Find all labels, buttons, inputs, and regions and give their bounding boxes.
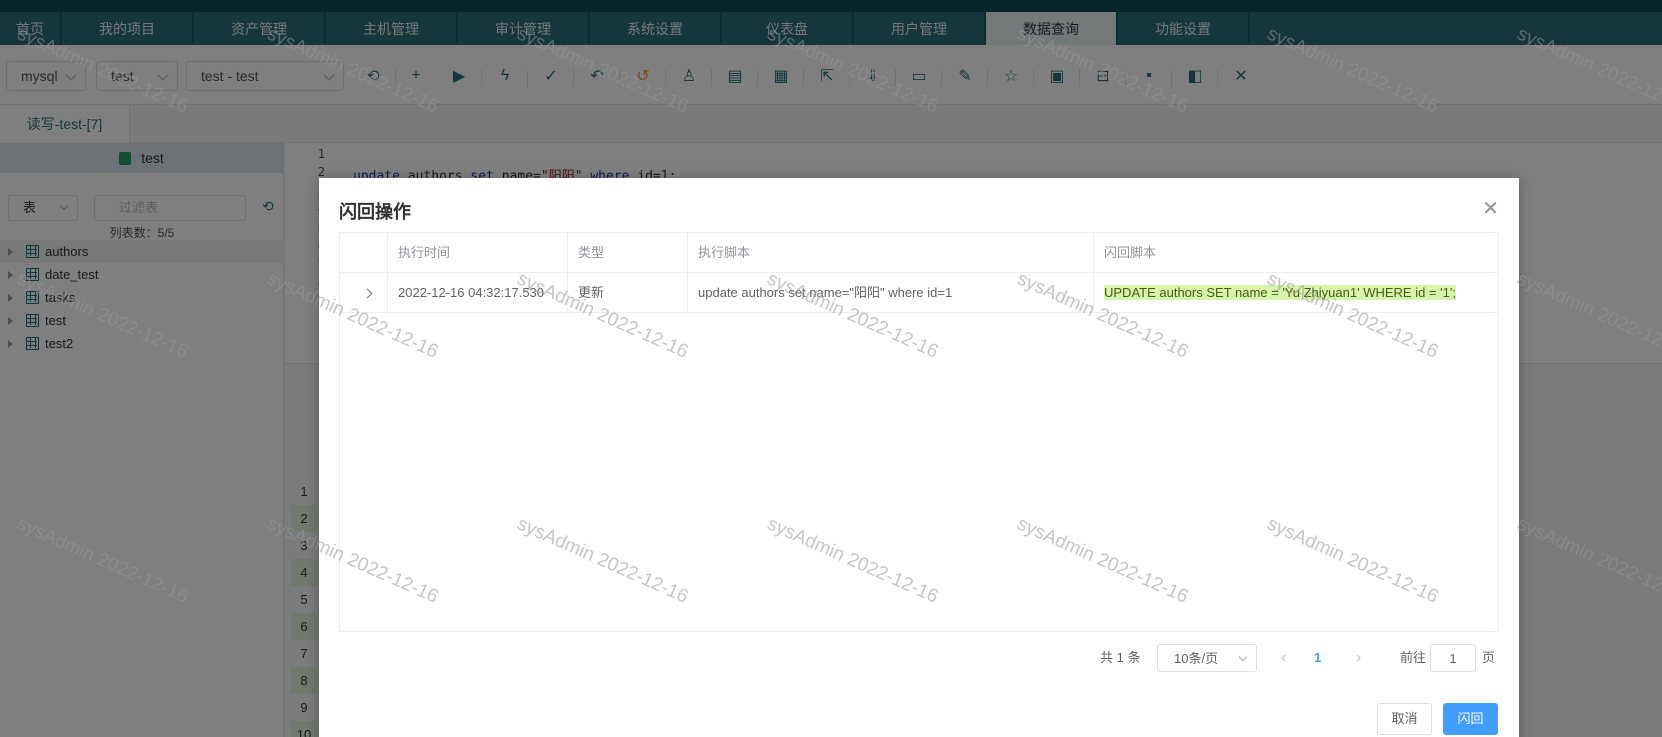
header-type: 类型 bbox=[568, 233, 688, 273]
flashback-dialog: 闪回操作 ✕ 执行时间 类型 执行脚本 闪回脚本 2022-12-16 04:3… bbox=[319, 178, 1519, 737]
cell-flashback: UPDATE authors SET name = 'Yu Zhiyuan1' … bbox=[1094, 273, 1498, 313]
cell-type: 更新 bbox=[568, 273, 688, 313]
current-page[interactable]: 1 bbox=[1314, 644, 1321, 672]
cancel-button[interactable]: 取消 bbox=[1377, 703, 1432, 735]
pagination-total: 共 1 条 bbox=[1100, 650, 1141, 665]
next-page-icon[interactable]: › bbox=[1356, 644, 1361, 672]
flashback-script: UPDATE authors SET name = 'Yu Zhiyuan1' … bbox=[1104, 285, 1456, 300]
cell-script: update authors set name="阳阳" where id=1 bbox=[688, 273, 1094, 313]
flashback-button[interactable]: 闪回 bbox=[1443, 703, 1498, 735]
page-size-select[interactable]: 10条/页 bbox=[1157, 644, 1257, 672]
table-header: 执行时间 类型 执行脚本 闪回脚本 bbox=[340, 233, 1498, 273]
chevron-right-icon[interactable] bbox=[362, 288, 373, 299]
header-expand bbox=[340, 233, 388, 273]
header-script: 执行脚本 bbox=[688, 233, 1094, 273]
header-time: 执行时间 bbox=[388, 233, 568, 273]
goto-label: 前往 bbox=[1400, 650, 1427, 665]
close-icon[interactable]: ✕ bbox=[1482, 196, 1499, 221]
chevron-down-icon bbox=[1238, 652, 1248, 662]
prev-page-icon[interactable]: ‹ bbox=[1281, 644, 1286, 672]
expand-cell[interactable] bbox=[340, 273, 388, 313]
page-suffix: 页 bbox=[1482, 650, 1496, 665]
flashback-table: 执行时间 类型 执行脚本 闪回脚本 2022-12-16 04:32:17.53… bbox=[339, 232, 1499, 632]
goto-page-input[interactable]: 1 bbox=[1430, 644, 1476, 672]
dialog-title: 闪回操作 bbox=[339, 202, 411, 222]
page-size-value: 10条/页 bbox=[1174, 651, 1219, 666]
cell-time: 2022-12-16 04:32:17.530 bbox=[388, 273, 568, 313]
header-flashback: 闪回脚本 bbox=[1104, 245, 1157, 260]
table-row[interactable]: 2022-12-16 04:32:17.530 更新 update author… bbox=[340, 273, 1498, 313]
